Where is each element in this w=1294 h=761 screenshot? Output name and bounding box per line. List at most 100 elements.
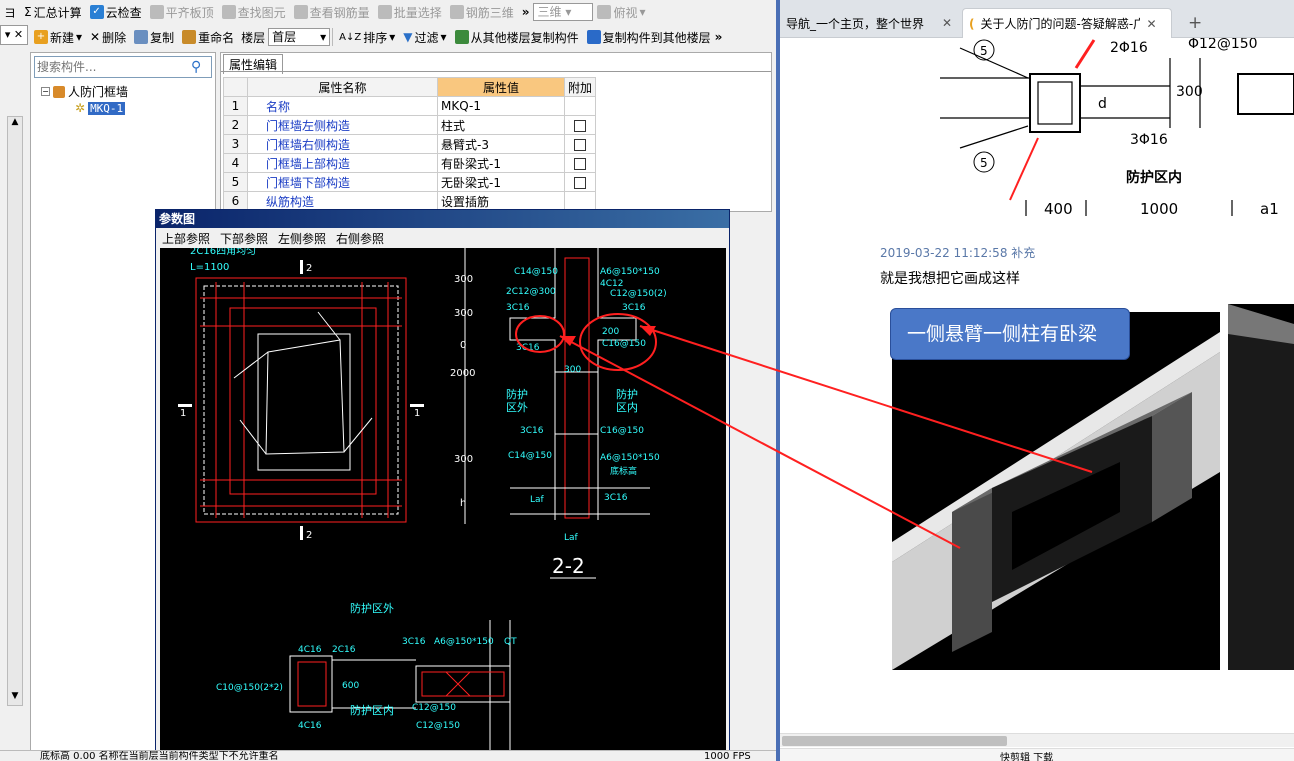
search-input[interactable] [35, 60, 185, 74]
property-table: 属性名称 属性值 附加 1 名称 MKQ-1 2 门框墙左侧构造 柱式 3 门框… [223, 77, 597, 211]
view-3d-dropdown[interactable]: 三维 ▾ [533, 3, 594, 21]
folder-icon [53, 85, 65, 98]
dim-label: 0 [460, 340, 466, 351]
table-row[interactable]: 6 纵筋构造 设置插筋 [223, 191, 597, 211]
prop-extra [563, 191, 597, 211]
prop-value[interactable]: MKQ-1 [437, 96, 565, 116]
parameter-diagram-dialog: 参数图 上部参照 下部参照 左侧参照 右侧参照 2C16四角均匀 L=1100 … [155, 209, 730, 754]
section-mark-label: 2 [306, 530, 312, 541]
tab-forum-post[interactable]: ( 关于人防门的问题-答疑解惑-广联 ✕ [962, 8, 1172, 38]
rebar-label: C12@150 [416, 721, 460, 731]
delete-button[interactable]: ✕ 删除 [86, 26, 130, 48]
prop-value[interactable]: 有卧梁式-1 [437, 153, 565, 173]
section-mark-label: 1 [414, 408, 420, 419]
zone-outside-label: 防护 [506, 387, 528, 401]
tree-child-item[interactable]: ✲ MKQ-1 [75, 101, 126, 115]
sort-button[interactable]: A↓Z 排序 ▾ [335, 26, 399, 48]
batch-select-label: 批量选择 [393, 5, 442, 20]
close-pane-icon[interactable]: ▾ ✕ [0, 25, 28, 45]
scroll-down-icon[interactable]: ▼ [8, 691, 22, 705]
floor-dropdown[interactable]: 首层 ▾ [268, 28, 331, 46]
filter-button[interactable]: ▼ 过滤 ▾ [399, 26, 450, 48]
cad-note: 2C16四角均匀 [190, 248, 256, 257]
cloud-check-button[interactable]: ✓ 云检查 [86, 1, 146, 23]
sum-calc-button[interactable]: Σ 汇总计算 [20, 1, 86, 23]
prop-value[interactable]: 无卧梁式-1 [437, 172, 565, 192]
prop-value[interactable]: 悬臂式-3 [437, 134, 565, 154]
post-3d-image [892, 312, 1220, 670]
copy-icon [134, 30, 149, 44]
zone-outside-label: 防护区外 [350, 601, 394, 615]
toolbar2-overflow-icon[interactable]: » [715, 30, 723, 44]
left-vertical-scrollbar[interactable]: ▲ ▼ [7, 116, 23, 706]
table-row[interactable]: 2 门框墙左侧构造 柱式 [223, 115, 597, 135]
menu-right-ref[interactable]: 右侧参照 [336, 230, 384, 247]
scroll-up-icon[interactable]: ▲ [8, 117, 22, 131]
highlight-circle [515, 315, 565, 353]
prop-value[interactable]: 柱式 [437, 115, 565, 135]
tab-navigation[interactable]: 导航_一个主页，整个世界 ✕ [780, 8, 958, 38]
menu-bottom-ref[interactable]: 下部参照 [220, 230, 268, 247]
dialog-title[interactable]: 参数图 [156, 210, 729, 228]
copy-button[interactable]: 复制 [130, 26, 178, 48]
component-toolbar: + 新建 ▾ ✕ 删除 复制 重命名 楼层 首层 ▾ A↓Z 排序 ▾ ▼ 过滤 … [30, 25, 776, 49]
rebar-label: 3C16 [402, 637, 426, 647]
close-icon[interactable]: ✕ [1146, 17, 1156, 31]
new-tab-icon[interactable]: + [1188, 13, 1202, 33]
batch-icon [377, 5, 392, 19]
view-rebar-label: 查看钢筋量 [309, 5, 370, 20]
drawing-label: 300 [1176, 84, 1203, 100]
tree-child-label: MKQ-1 [88, 101, 126, 115]
search-icon[interactable]: ⚲ [185, 59, 201, 75]
dim-label: 2000 [450, 368, 475, 379]
close-icon[interactable]: ✕ [942, 16, 952, 30]
toolbar-overflow-icon[interactable]: » [518, 5, 534, 19]
scroll-thumb[interactable] [782, 736, 1007, 746]
tab-title: 关于人防门的问题-答疑解惑-广联 [980, 17, 1141, 31]
drawing-label: 防护区内 [1126, 169, 1182, 186]
extra-checkbox[interactable] [574, 157, 586, 170]
top-view-button[interactable]: 俯视 ▾ [593, 1, 649, 23]
browser-status-text: 快剪辑 下载 [1000, 753, 1054, 761]
browser-horizontal-scrollbar[interactable] [780, 733, 1294, 747]
new-label: 新建 [50, 30, 75, 45]
find-element-button[interactable]: 查找图元 [218, 1, 290, 23]
copy-to-floor-button[interactable]: 复制构件到其他楼层 [583, 26, 715, 48]
callout-box: 一侧悬臂一侧柱有卧梁 [890, 308, 1130, 360]
table-row[interactable]: 4 门框墙上部构造 有卧梁式-1 [223, 153, 597, 173]
copy-from-floor-button[interactable]: 从其他楼层复制构件 [451, 26, 583, 48]
callout-number: 5 [980, 44, 988, 58]
rebar-label: C14@150 [514, 267, 558, 277]
toolbar-misc-button[interactable]: ヨ [0, 1, 20, 23]
cad-application: ヨ Σ 汇总计算 ✓ 云检查 平齐板顶 查找图元 查看钢筋量 批量选择 钢筋三维 [0, 0, 778, 761]
batch-select-button[interactable]: 批量选择 [374, 1, 446, 23]
prop-name-header: 属性名称 [247, 77, 438, 97]
delete-icon: ✕ [90, 30, 101, 44]
cad-length-label: L=1100 [190, 262, 229, 273]
table-row[interactable]: 5 门框墙下部构造 无卧梁式-1 [223, 172, 597, 192]
new-button[interactable]: + 新建 ▾ [30, 26, 86, 48]
align-slab-button[interactable]: 平齐板顶 [146, 1, 218, 23]
extra-checkbox[interactable] [574, 119, 586, 132]
zone-inside-label: 防护区内 [350, 703, 394, 717]
prop-name: 名称 [247, 96, 438, 116]
zone-inside-label: 防护 [616, 387, 638, 401]
drawing-label: d [1098, 96, 1107, 112]
divider [332, 28, 334, 46]
table-row[interactable]: 1 名称 MKQ-1 [223, 96, 597, 116]
tree-root-item[interactable]: − 人防门框墙 [41, 83, 128, 100]
collapse-icon[interactable]: − [41, 87, 50, 96]
table-row[interactable]: 3 门框墙右侧构造 悬臂式-3 [223, 134, 597, 154]
extra-checkbox[interactable] [574, 176, 586, 189]
rename-button[interactable]: 重命名 [178, 26, 238, 48]
menu-top-ref[interactable]: 上部参照 [162, 230, 210, 247]
browser-window: 导航_一个主页，整个世界 ✕ ( 关于人防门的问题-答疑解惑-广联 ✕ + 5 … [780, 0, 1294, 761]
property-tab-label: 属性编辑 [229, 58, 278, 72]
menu-left-ref[interactable]: 左侧参照 [278, 230, 326, 247]
sort-icon: A↓Z [339, 31, 362, 43]
rebar-3d-button[interactable]: 钢筋三维 [446, 1, 518, 23]
view-rebar-button[interactable]: 查看钢筋量 [290, 1, 374, 23]
extra-checkbox[interactable] [574, 138, 586, 151]
prop-value[interactable]: 设置插筋 [437, 191, 565, 211]
prop-name: 门框墙上部构造 [247, 153, 438, 173]
